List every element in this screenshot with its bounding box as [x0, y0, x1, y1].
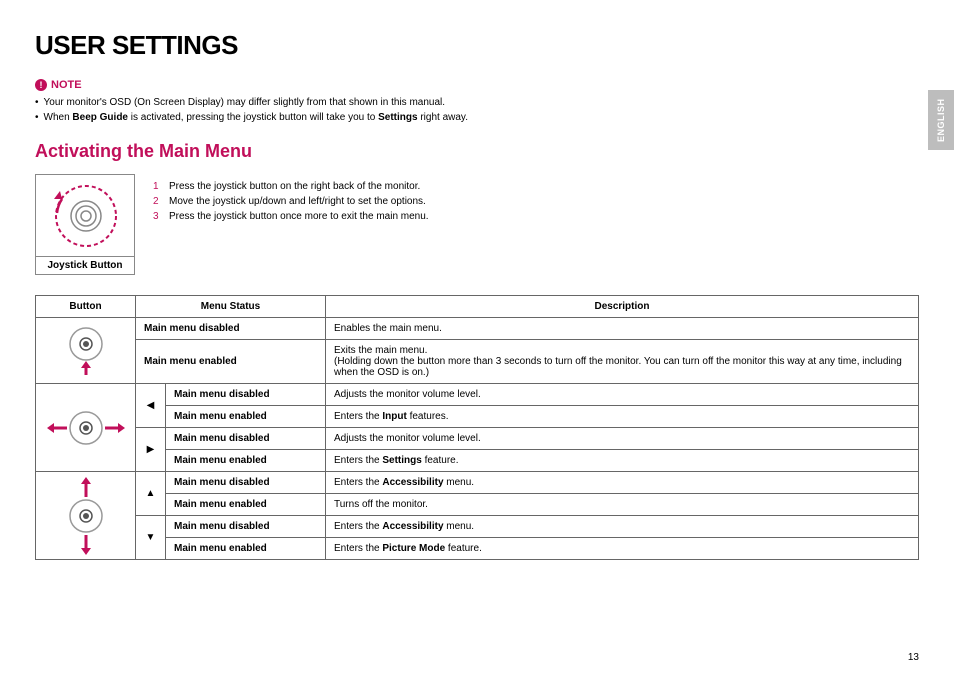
right-arrow-icon: ▶ [136, 428, 166, 472]
step-number: 1 [153, 181, 161, 192]
desc: Enters the Accessibility menu. [326, 516, 919, 538]
desc: Enters the Picture Mode feature. [326, 538, 919, 560]
joystick-lr-icon [45, 403, 127, 453]
updown-cell [36, 472, 136, 560]
th-button: Button [36, 296, 136, 318]
note-icon: ! [35, 79, 47, 91]
page-title: USER SETTINGS [35, 30, 919, 61]
status: Main menu disabled [166, 516, 326, 538]
status: Main menu enabled [166, 450, 326, 472]
step-text: Press the joystick button once more to e… [169, 211, 429, 222]
desc: Adjusts the monitor volume level. [326, 384, 919, 406]
leftright-cell [36, 384, 136, 472]
desc: Enters the Input features. [326, 406, 919, 428]
joystick-icon [36, 175, 136, 257]
status: Main menu enabled [166, 406, 326, 428]
page-number: 13 [908, 652, 919, 663]
press-cell [36, 318, 136, 384]
operation-table: Button Menu Status Description Main menu… [35, 295, 919, 560]
joystick-press-icon [56, 323, 116, 378]
section-heading: Activating the Main Menu [35, 141, 919, 162]
step-number: 3 [153, 211, 161, 222]
down-arrow-icon: ▼ [136, 516, 166, 560]
th-description: Description [326, 296, 919, 318]
left-arrow-icon: ◀ [136, 384, 166, 428]
desc: Enters the Accessibility menu. [326, 472, 919, 494]
language-tab: ENGLISH [928, 90, 954, 150]
status: Main menu disabled [136, 318, 326, 340]
note-list: Your monitor's OSD (On Screen Display) m… [35, 97, 919, 123]
joystick-caption: Joystick Button [35, 256, 135, 275]
status: Main menu disabled [166, 428, 326, 450]
note-label: NOTE [51, 79, 82, 91]
status: Main menu disabled [166, 472, 326, 494]
steps: 1 Press the joystick button on the right … [153, 174, 919, 275]
step-number: 2 [153, 196, 161, 207]
step-text: Press the joystick button on the right b… [169, 181, 420, 192]
note-heading: ! NOTE [35, 79, 919, 91]
status: Main menu disabled [166, 384, 326, 406]
joystick-illustration: Joystick Button [35, 174, 135, 275]
status: Main menu enabled [166, 494, 326, 516]
desc: Enters the Settings feature. [326, 450, 919, 472]
status: Main menu enabled [136, 340, 326, 384]
status: Main menu enabled [166, 538, 326, 560]
bullet-icon [35, 112, 39, 123]
th-menu-status: Menu Status [136, 296, 326, 318]
step-text: Move the joystick up/down and left/right… [169, 196, 426, 207]
joystick-ud-icon [56, 475, 116, 557]
note-item: When Beep Guide is activated, pressing t… [44, 112, 468, 123]
desc: Turns off the monitor. [326, 494, 919, 516]
bullet-icon [35, 97, 39, 108]
note-item: Your monitor's OSD (On Screen Display) m… [44, 97, 446, 108]
desc: Exits the main menu. (Holding down the b… [326, 340, 919, 384]
desc: Enables the main menu. [326, 318, 919, 340]
desc: Adjusts the monitor volume level. [326, 428, 919, 450]
up-arrow-icon: ▲ [136, 472, 166, 516]
